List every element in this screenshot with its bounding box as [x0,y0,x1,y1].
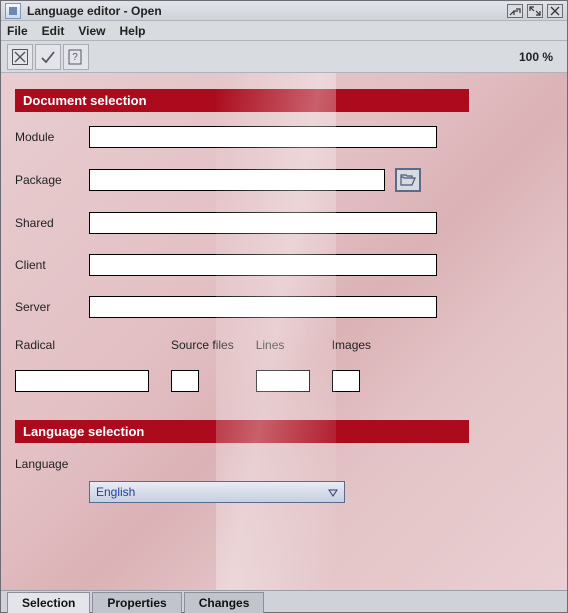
images-input[interactable] [332,370,360,392]
server-input[interactable] [89,296,437,318]
chevron-down-icon [328,487,338,501]
lines-label: Lines [256,338,310,352]
confirm-button[interactable] [35,44,61,70]
source-files-input[interactable] [171,370,199,392]
module-input[interactable] [89,126,437,148]
bottom-tabs: Selection Properties Changes [1,590,567,612]
language-label: Language [15,457,89,471]
folder-open-icon [400,174,416,186]
svg-text:?: ? [72,52,78,63]
package-browse-button[interactable] [395,168,421,192]
tab-changes[interactable]: Changes [184,592,265,613]
source-files-label: Source files [171,338,234,352]
package-input[interactable] [89,169,385,191]
maximize-button[interactable] [527,4,543,18]
lines-input[interactable] [256,370,310,392]
menu-edit[interactable]: Edit [42,24,65,38]
language-selection-header: Language selection [15,420,469,443]
menubar: File Edit View Help [1,21,567,41]
tab-properties[interactable]: Properties [92,592,181,613]
tab-selection[interactable]: Selection [7,592,90,613]
language-selected-value: English [96,485,135,499]
shared-label: Shared [15,216,89,230]
menu-file[interactable]: File [7,24,28,38]
language-editor-window: Language editor - Open File Edit View He… [0,0,568,613]
cancel-button[interactable] [7,44,33,70]
menu-help[interactable]: Help [119,24,145,38]
content-area: Document selection Module Package Shared… [1,73,567,590]
language-select[interactable]: English [89,481,345,503]
images-label: Images [332,338,371,352]
module-label: Module [15,130,89,144]
menu-view[interactable]: View [78,24,105,38]
minimize-button[interactable] [507,4,523,18]
app-icon [5,3,21,19]
shared-input[interactable] [89,212,437,234]
titlebar: Language editor - Open [1,1,567,21]
toolbar: ? 100 % [1,41,567,73]
client-label: Client [15,258,89,272]
document-selection-header: Document selection [15,89,469,112]
zoom-level: 100 % [519,50,553,64]
radical-input[interactable] [15,370,149,392]
help-button[interactable]: ? [63,44,89,70]
window-title: Language editor - Open [27,4,162,18]
close-button[interactable] [547,4,563,18]
client-input[interactable] [89,254,437,276]
server-label: Server [15,300,89,314]
package-label: Package [15,173,89,187]
radical-label: Radical [15,338,149,352]
